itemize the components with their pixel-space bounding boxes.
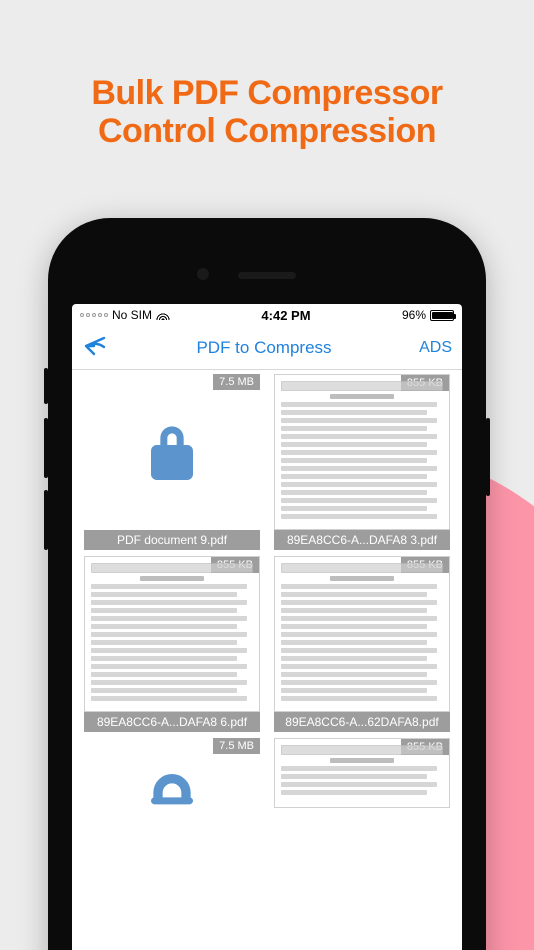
app-screen: No SIM 4:42 PM 96% <box>72 304 462 950</box>
pdf-thumbnail: 855 KB <box>84 556 260 712</box>
lock-icon <box>144 740 200 808</box>
file-tile[interactable]: 7.5 MB <box>84 738 260 808</box>
back-button[interactable] <box>82 333 122 362</box>
file-name-label: 89EA8CC6-A...DAFA8 3.pdf <box>274 530 450 550</box>
promo-headline: Bulk PDF Compressor Control Compression <box>0 74 534 150</box>
file-tile[interactable]: 855 KB 89EA8CC6-A...DAFA8 6.pdf <box>84 556 260 732</box>
pdf-thumbnail: 855 KB <box>274 738 450 808</box>
file-size-badge: 7.5 MB <box>213 738 260 754</box>
promo-headline-line2: Control Compression <box>98 112 436 150</box>
battery-pct-label: 96% <box>402 308 426 322</box>
carrier-label: No SIM <box>112 308 152 322</box>
file-tile[interactable]: 855 KB 89EA8CC6-A...62DAFA8.pdf <box>274 556 450 732</box>
device-frame: No SIM 4:42 PM 96% <box>48 218 486 950</box>
ads-button[interactable]: ADS <box>406 339 452 357</box>
pdf-thumbnail: 855 KB <box>274 374 450 530</box>
file-tile[interactable]: 7.5 MB PDF document 9.pdf <box>84 374 260 550</box>
ios-status-bar: No SIM 4:42 PM 96% <box>72 304 462 326</box>
clock-label: 4:42 PM <box>170 308 402 323</box>
file-name-label: PDF document 9.pdf <box>84 530 260 550</box>
lock-icon <box>144 418 200 486</box>
device-top-bezel <box>72 242 462 304</box>
back-arrow-icon <box>82 333 108 357</box>
file-name-label: 89EA8CC6-A...DAFA8 6.pdf <box>84 712 260 732</box>
signal-dots-icon <box>80 313 108 317</box>
promo-headline-line1: Bulk PDF Compressor <box>91 74 442 112</box>
pdf-thumbnail: 855 KB <box>274 556 450 712</box>
wifi-icon <box>156 310 170 320</box>
file-size-badge: 7.5 MB <box>213 374 260 390</box>
file-name-label: 89EA8CC6-A...62DAFA8.pdf <box>274 712 450 732</box>
file-tile[interactable]: 855 KB <box>274 738 450 808</box>
page-title: PDF to Compress <box>122 338 406 358</box>
file-tile[interactable]: 855 KB 89EA8CC6-A...DAFA8 3.pdf <box>274 374 450 550</box>
battery-icon <box>430 310 454 321</box>
nav-bar: PDF to Compress ADS <box>72 326 462 370</box>
file-grid: 7.5 MB PDF document 9.pdf 855 KB <box>72 370 462 950</box>
